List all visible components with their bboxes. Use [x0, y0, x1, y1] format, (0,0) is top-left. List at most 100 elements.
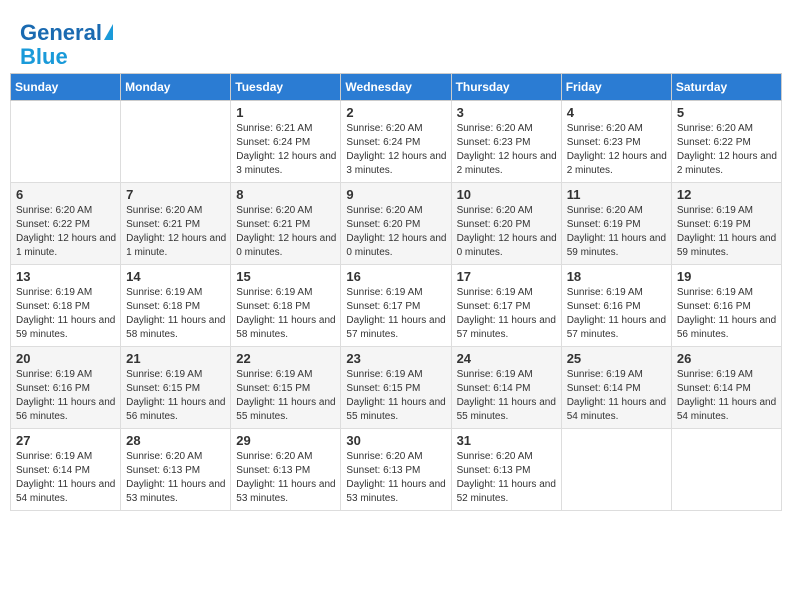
day-info: Sunrise: 6:20 AM Sunset: 6:21 PM Dayligh… [236, 204, 336, 260]
calendar-cell: 22Sunrise: 6:19 AM Sunset: 6:15 PM Dayli… [231, 347, 341, 429]
calendar-cell: 4Sunrise: 6:20 AM Sunset: 6:23 PM Daylig… [561, 101, 671, 183]
day-info: Sunrise: 6:19 AM Sunset: 6:15 PM Dayligh… [346, 368, 446, 424]
day-number: 7 [126, 187, 226, 202]
day-number: 2 [346, 105, 446, 120]
day-number: 27 [16, 433, 116, 448]
day-number: 21 [126, 351, 226, 366]
day-number: 18 [567, 269, 667, 284]
calendar-body: 1 Sunrise: 6:21 AM Sunset: 6:24 PM Daylig… [11, 101, 782, 511]
calendar-cell: 14 Sunrise: 6:19 AM Sunset: 6:18 PM Dayli… [121, 265, 231, 347]
day-info: Sunrise: 6:19 AM Sunset: 6:17 PM Dayligh… [457, 286, 557, 342]
calendar-table: SundayMondayTuesdayWednesdayThursdayFrid… [10, 73, 782, 511]
day-number: 26 [677, 351, 777, 366]
day-number: 6 [16, 187, 116, 202]
day-number: 12 [677, 187, 777, 202]
day-info: Sunrise: 6:20 AM Sunset: 6:22 PM Dayligh… [16, 204, 116, 260]
day-info: Sunrise: 6:19 AM Sunset: 6:14 PM Dayligh… [677, 368, 777, 424]
day-info: Sunrise: 6:19 AM Sunset: 6:14 PM Dayligh… [567, 368, 667, 424]
logo-general: General [20, 20, 102, 45]
calendar-cell: 5 Sunrise: 6:20 AM Sunset: 6:22 PM Daylig… [671, 101, 781, 183]
day-number: 17 [457, 269, 557, 284]
day-info: Sunrise: 6:20 AM Sunset: 6:19 PM Dayligh… [567, 204, 667, 260]
calendar-cell: 30 Sunrise: 6:20 AM Sunset: 6:13 PM Dayli… [341, 429, 451, 511]
weekday-monday: Monday [121, 74, 231, 101]
calendar-cell: 12 Sunrise: 6:19 AM Sunset: 6:19 PM Dayli… [671, 183, 781, 265]
logo-blue: Blue [20, 46, 113, 68]
calendar-cell: 10 Sunrise: 6:20 AM Sunset: 6:20 PM Dayli… [451, 183, 561, 265]
calendar-cell: 28Sunrise: 6:20 AM Sunset: 6:13 PM Dayli… [121, 429, 231, 511]
day-number: 15 [236, 269, 336, 284]
calendar-cell: 8 Sunrise: 6:20 AM Sunset: 6:21 PM Daylig… [231, 183, 341, 265]
day-info: Sunrise: 6:19 AM Sunset: 6:17 PM Dayligh… [346, 286, 446, 342]
weekday-saturday: Saturday [671, 74, 781, 101]
day-info: Sunrise: 6:20 AM Sunset: 6:13 PM Dayligh… [346, 450, 446, 506]
day-number: 23 [346, 351, 446, 366]
day-info: Sunrise: 6:19 AM Sunset: 6:16 PM Dayligh… [16, 368, 116, 424]
calendar-cell: 23 Sunrise: 6:19 AM Sunset: 6:15 PM Dayli… [341, 347, 451, 429]
page-header: General Blue [10, 10, 782, 73]
calendar-cell [671, 429, 781, 511]
day-number: 20 [16, 351, 116, 366]
day-info: Sunrise: 6:21 AM Sunset: 6:24 PM Dayligh… [236, 122, 336, 178]
calendar-cell: 21 Sunrise: 6:19 AM Sunset: 6:15 PM Dayli… [121, 347, 231, 429]
day-info: Sunrise: 6:20 AM Sunset: 6:13 PM Dayligh… [457, 450, 557, 506]
day-info: Sunrise: 6:19 AM Sunset: 6:16 PM Dayligh… [677, 286, 777, 342]
calendar-cell: 1 Sunrise: 6:21 AM Sunset: 6:24 PM Daylig… [231, 101, 341, 183]
calendar-cell: 24 Sunrise: 6:19 AM Sunset: 6:14 PM Dayli… [451, 347, 561, 429]
calendar-cell [121, 101, 231, 183]
day-number: 30 [346, 433, 446, 448]
day-info: Sunrise: 6:19 AM Sunset: 6:18 PM Dayligh… [236, 286, 336, 342]
day-info: Sunrise: 6:19 AM Sunset: 6:14 PM Dayligh… [457, 368, 557, 424]
day-info: Sunrise: 6:20 AM Sunset: 6:20 PM Dayligh… [346, 204, 446, 260]
day-number: 31 [457, 433, 557, 448]
week-row-3: 13 Sunrise: 6:19 AM Sunset: 6:18 PM Dayli… [11, 265, 782, 347]
day-number: 3 [457, 105, 557, 120]
day-info: Sunrise: 6:20 AM Sunset: 6:22 PM Dayligh… [677, 122, 777, 178]
day-number: 10 [457, 187, 557, 202]
day-number: 19 [677, 269, 777, 284]
weekday-header-row: SundayMondayTuesdayWednesdayThursdayFrid… [11, 74, 782, 101]
weekday-friday: Friday [561, 74, 671, 101]
day-info: Sunrise: 6:20 AM Sunset: 6:13 PM Dayligh… [126, 450, 226, 506]
day-number: 9 [346, 187, 446, 202]
calendar-cell: 25 Sunrise: 6:19 AM Sunset: 6:14 PM Dayli… [561, 347, 671, 429]
day-number: 11 [567, 187, 667, 202]
logo: General Blue [20, 20, 113, 68]
calendar-cell: 3 Sunrise: 6:20 AM Sunset: 6:23 PM Daylig… [451, 101, 561, 183]
day-number: 24 [457, 351, 557, 366]
day-info: Sunrise: 6:19 AM Sunset: 6:16 PM Dayligh… [567, 286, 667, 342]
day-info: Sunrise: 6:19 AM Sunset: 6:19 PM Dayligh… [677, 204, 777, 260]
day-info: Sunrise: 6:19 AM Sunset: 6:18 PM Dayligh… [16, 286, 116, 342]
weekday-sunday: Sunday [11, 74, 121, 101]
weekday-tuesday: Tuesday [231, 74, 341, 101]
day-number: 5 [677, 105, 777, 120]
calendar-cell: 9 Sunrise: 6:20 AM Sunset: 6:20 PM Daylig… [341, 183, 451, 265]
calendar-cell: 6 Sunrise: 6:20 AM Sunset: 6:22 PM Daylig… [11, 183, 121, 265]
calendar-cell: 11 Sunrise: 6:20 AM Sunset: 6:19 PM Dayli… [561, 183, 671, 265]
day-number: 4 [567, 105, 667, 120]
day-number: 16 [346, 269, 446, 284]
day-info: Sunrise: 6:19 AM Sunset: 6:15 PM Dayligh… [126, 368, 226, 424]
calendar-cell: 26 Sunrise: 6:19 AM Sunset: 6:14 PM Dayli… [671, 347, 781, 429]
calendar-cell: 29Sunrise: 6:20 AM Sunset: 6:13 PM Dayli… [231, 429, 341, 511]
day-info: Sunrise: 6:20 AM Sunset: 6:23 PM Dayligh… [457, 122, 557, 178]
calendar-cell: 27 Sunrise: 6:19 AM Sunset: 6:14 PM Dayli… [11, 429, 121, 511]
day-info: Sunrise: 6:19 AM Sunset: 6:18 PM Dayligh… [126, 286, 226, 342]
calendar-cell: 2Sunrise: 6:20 AM Sunset: 6:24 PM Daylig… [341, 101, 451, 183]
day-number: 8 [236, 187, 336, 202]
day-number: 1 [236, 105, 336, 120]
day-number: 14 [126, 269, 226, 284]
logo-text: General Blue [20, 20, 113, 68]
calendar-cell: 16 Sunrise: 6:19 AM Sunset: 6:17 PM Dayli… [341, 265, 451, 347]
calendar-cell: 15 Sunrise: 6:19 AM Sunset: 6:18 PM Dayli… [231, 265, 341, 347]
day-info: Sunrise: 6:20 AM Sunset: 6:20 PM Dayligh… [457, 204, 557, 260]
day-info: Sunrise: 6:20 AM Sunset: 6:13 PM Dayligh… [236, 450, 336, 506]
day-number: 25 [567, 351, 667, 366]
calendar-cell: 7Sunrise: 6:20 AM Sunset: 6:21 PM Daylig… [121, 183, 231, 265]
day-info: Sunrise: 6:19 AM Sunset: 6:14 PM Dayligh… [16, 450, 116, 506]
calendar-cell: 19 Sunrise: 6:19 AM Sunset: 6:16 PM Dayli… [671, 265, 781, 347]
day-number: 13 [16, 269, 116, 284]
calendar-cell: 20 Sunrise: 6:19 AM Sunset: 6:16 PM Dayli… [11, 347, 121, 429]
weekday-thursday: Thursday [451, 74, 561, 101]
calendar-cell: 31 Sunrise: 6:20 AM Sunset: 6:13 PM Dayli… [451, 429, 561, 511]
